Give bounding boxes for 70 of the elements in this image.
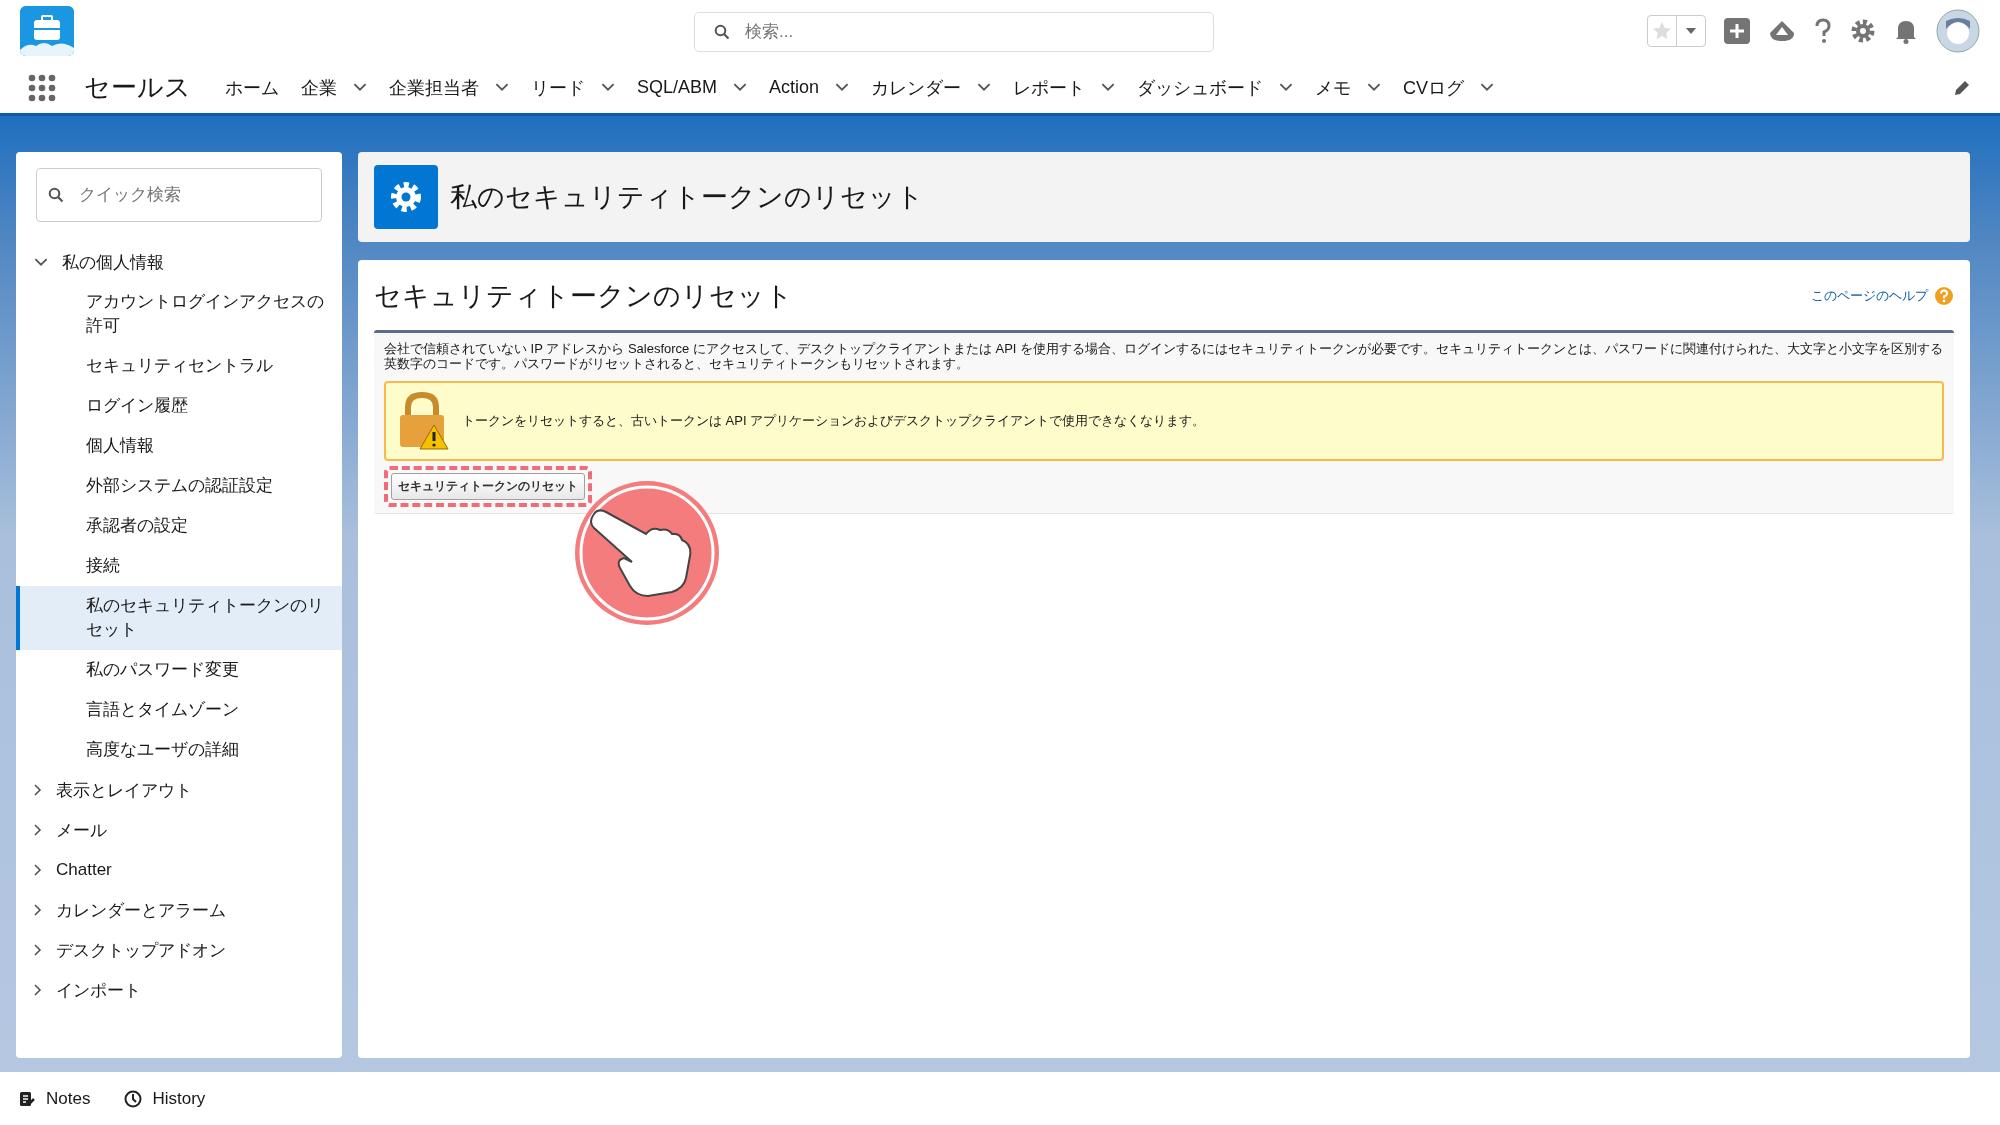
sidebar-group[interactable]: メール [16,810,342,850]
chevron-right-icon [34,864,42,876]
sidebar-group[interactable]: デスクトップアドオン [16,930,342,970]
chevron-down-icon[interactable] [1480,83,1495,92]
nav-tab[interactable]: リード [531,75,615,100]
sidebar-group[interactable]: 私の個人情報 [16,242,342,282]
briefcase-logo-icon[interactable] [20,6,74,56]
nav-tab[interactable]: 企業 [301,75,367,100]
sidebar-item[interactable]: アカウントログインアクセスの許可 [16,282,342,346]
chevron-down-icon[interactable] [1279,83,1294,92]
chevron-down-icon [34,257,48,267]
nav-tab[interactable]: カレンダー [871,75,992,100]
caret-icon [1686,28,1696,34]
app-name: セールス [84,71,191,104]
sidebar-group[interactable]: Chatter [16,850,342,890]
chevron-down-icon[interactable] [353,83,367,92]
sidebar-item[interactable]: ログイン履歴 [16,386,342,426]
sidebar-item[interactable]: セキュリティセントラル [16,346,342,386]
settings-icon[interactable] [1850,18,1876,44]
sidebar-group[interactable]: インポート [16,970,342,1010]
sidebar-group[interactable]: 表示とレイアウト [16,770,342,810]
chevron-right-icon [34,944,42,956]
chevron-down-icon[interactable] [1101,83,1116,92]
section-title: セキュリティトークンのリセット [374,280,793,313]
warning-text: トークンをリセットすると、古いトークンは API アプリケーションおよびデスクトップクライアントで使用できなくなります。 [462,412,1206,430]
notes-icon [18,1089,36,1108]
page-title: 私のセキュリティトークンのリセット [450,181,924,214]
nav-tab[interactable]: レポート [1013,75,1116,100]
sidebar-item[interactable]: 接続 [16,546,342,586]
avatar-icon[interactable] [1936,9,1980,53]
utility-bar-item[interactable]: History [124,1088,206,1109]
help-icon [1934,286,1954,306]
app-launcher-icon[interactable] [28,73,56,102]
settings-icon [374,165,438,229]
chevron-down-icon[interactable] [1367,83,1382,92]
chevron-down-icon[interactable] [495,83,509,92]
sidebar-item[interactable]: 高度なユーザの詳細 [16,730,342,770]
clock-icon [124,1089,143,1108]
quick-search-field[interactable]: クイック検索 [36,168,322,222]
sidebar-item[interactable]: 私のパスワード変更 [16,650,342,690]
nav-tab[interactable]: メモ [1315,75,1382,100]
chevron-right-icon [34,984,42,996]
chevron-right-icon [34,904,42,916]
sidebar-item[interactable]: 私のセキュリティトークンのリセット [16,586,342,650]
help-link[interactable]: このページのヘルプ [1811,286,1954,306]
sidebar-item[interactable]: 個人情報 [16,426,342,466]
add-icon[interactable] [1724,18,1750,44]
description-text: 会社で信頼されていない IP アドレスから Salesforce にアクセスして、デスクトップクライアントまたは API を使用する場合、ログインするにはセキュリティトークンが必要です。セキュリティトークンとは、パスワードに関連付けられた、大文字と小文字を区別する英数字のコードです。パスワードがリセットされると、セキュリティトークンもリセットされます。 [384,341,1944,371]
chevron-right-icon [34,824,42,836]
chevron-down-icon[interactable] [977,83,992,92]
nav-tab[interactable]: SQL/ABM [637,77,748,98]
nav-tab[interactable]: ホーム [225,75,279,100]
global-search-field[interactable]: 検索... [694,12,1214,52]
utility-bar-item[interactable]: Notes [18,1088,91,1109]
chevron-down-icon[interactable] [601,83,615,92]
sidebar-item[interactable]: 承認者の設定 [16,506,342,546]
star-icon [1652,21,1672,41]
nav-tab[interactable]: 企業担当者 [389,75,509,100]
chevron-right-icon [34,784,42,796]
chevron-down-icon[interactable] [733,83,748,92]
help-icon[interactable] [1814,18,1832,44]
sidebar-group[interactable]: カレンダーとアラーム [16,890,342,930]
nav-tab[interactable]: Action [769,77,850,98]
nav-tab[interactable]: CVログ [1403,75,1495,100]
sidebar-item[interactable]: 外部システムの認証設定 [16,466,342,506]
reset-token-button[interactable]: セキュリティトークンのリセット [391,473,585,500]
notification-bell-icon[interactable] [1894,18,1918,44]
sidebar-item[interactable]: 言語とタイムゾーン [16,690,342,730]
chevron-down-icon[interactable] [835,83,850,92]
nav-tab[interactable]: ダッシュボード [1137,75,1294,100]
